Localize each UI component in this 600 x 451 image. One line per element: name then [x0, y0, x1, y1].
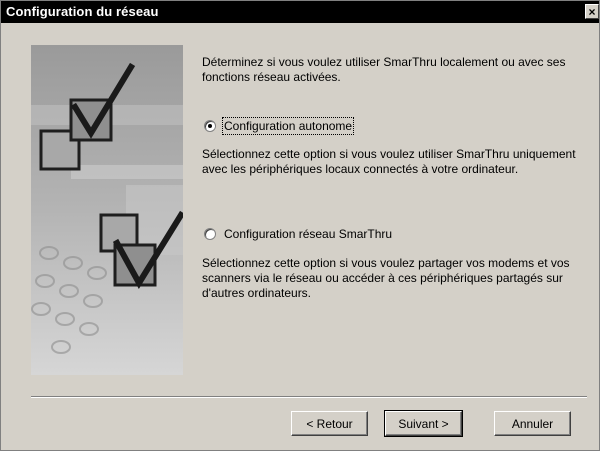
window-title: Configuration du réseau [6, 4, 159, 19]
radio-network[interactable] [204, 228, 216, 240]
cancel-button[interactable]: Annuler [494, 411, 571, 436]
option-network-description: Sélectionnez cette option si vous voulez… [202, 256, 570, 300]
option-network[interactable]: Configuration réseau SmarThru [204, 227, 392, 241]
separator [31, 396, 587, 398]
network-checkbox-illustration [31, 45, 183, 375]
title-bar[interactable]: Configuration du réseau × [1, 1, 599, 23]
option-standalone[interactable]: Configuration autonome [204, 117, 355, 135]
close-icon: × [588, 5, 596, 19]
radio-standalone[interactable] [204, 120, 216, 132]
close-button[interactable]: × [585, 4, 599, 19]
back-button[interactable]: < Retour [291, 411, 368, 436]
option-standalone-label[interactable]: Configuration autonome [221, 117, 355, 135]
next-button[interactable]: Suivant > [384, 410, 463, 437]
option-network-label[interactable]: Configuration réseau SmarThru [224, 227, 392, 241]
setup-dialog: Configuration du réseau × Déterminez si … [0, 0, 600, 451]
intro-text: Déterminez si vous voulez utiliser SmarT… [202, 55, 566, 84]
option-standalone-description: Sélectionnez cette option si vous voulez… [202, 147, 576, 176]
